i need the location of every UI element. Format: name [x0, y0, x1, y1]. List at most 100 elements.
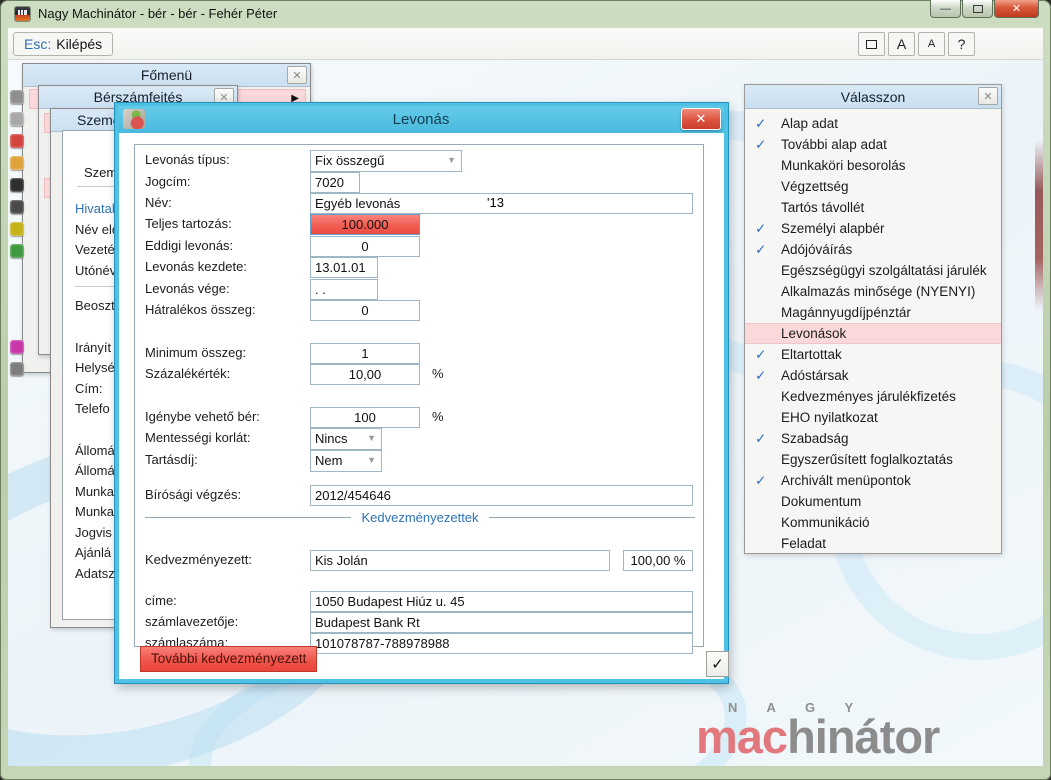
font-smaller-button[interactable]: A: [918, 32, 945, 56]
chevron-down-icon: ▼: [367, 433, 376, 443]
check-icon: ✓: [755, 368, 767, 383]
igenybe-veheto-ber-input[interactable]: 100: [310, 407, 420, 428]
side-icon-toolbar: [10, 90, 28, 376]
cime-input[interactable]: 1050 Budapest Hiúz u. 45: [310, 591, 693, 612]
dialog-title: Levonás: [392, 111, 450, 128]
check-icon: ✓: [711, 656, 724, 673]
percent-suffix: %: [432, 409, 444, 424]
close-icon[interactable]: ✕: [287, 66, 307, 84]
levonas-kezdete-input[interactable]: 13.01.01: [310, 257, 378, 278]
tool-icon[interactable]: [10, 244, 24, 258]
help-button[interactable]: ?: [948, 32, 975, 56]
dialog-icon: [123, 109, 145, 129]
section-title[interactable]: Kedvezményezettek: [145, 510, 695, 525]
field-label: Jogcím:: [145, 174, 191, 189]
field-label: Név:: [145, 195, 172, 210]
valasszon-titlebar: Válasszon ✕: [745, 85, 1001, 109]
field-label: Mentességi korlát:: [145, 430, 251, 445]
check-icon: ✓: [755, 137, 767, 152]
tool-icon[interactable]: [10, 200, 24, 214]
client-area: Főmenü ✕ ▶ Bérszámfejtés ✕ Szemé Személ: [8, 60, 1043, 766]
kedvezmenyezett-input[interactable]: Kis Jolán: [310, 550, 610, 571]
window-titlebar[interactable]: Nagy Machinátor - bér - bér - Fehér Péte…: [0, 0, 1051, 28]
levonas-tipus-select[interactable]: Fix összegű ▼: [310, 150, 462, 172]
confirm-button[interactable]: ✓: [706, 651, 729, 677]
field-label: Levonás vége:: [145, 281, 230, 296]
menu-item[interactable]: ✓ Szabadság: [745, 428, 1001, 449]
menu-item[interactable]: ✓ Alkalmazás minősége (NYENYI): [745, 281, 1001, 302]
close-icon[interactable]: ✕: [978, 87, 998, 105]
levonas-vege-input[interactable]: . .: [310, 279, 378, 300]
tool-icon[interactable]: [10, 90, 24, 104]
chevron-down-icon: ▼: [367, 455, 376, 465]
eddigi-levonas-input[interactable]: 0: [310, 236, 420, 257]
check-icon: ✓: [755, 347, 767, 362]
font-larger-button[interactable]: A: [888, 32, 915, 56]
menu-item[interactable]: ✓ Tartós távollét: [745, 197, 1001, 218]
check-icon: ✓: [755, 242, 767, 257]
dialog-close-button[interactable]: ✕: [681, 108, 721, 130]
minimum-osszeg-input[interactable]: 1: [310, 343, 420, 364]
menu-item[interactable]: ✓ EHO nyilatkozat: [745, 407, 1001, 428]
menu-item[interactable]: ✓ Kommunikáció: [745, 512, 1001, 533]
kedvezmenyezett-percent-input[interactable]: 100,00 %: [623, 550, 693, 571]
field-label: Százalékérték:: [145, 366, 231, 381]
minimize-button[interactable]: —: [930, 0, 961, 18]
field-label: címe:: [145, 593, 177, 608]
frame-icon: [866, 39, 877, 49]
exit-button[interactable]: Esc: Kilépés: [13, 32, 114, 56]
menu-item[interactable]: ✓ Egészségügyi szolgáltatási járulék: [745, 260, 1001, 281]
close-icon: ✕: [1011, 2, 1022, 15]
tool-icon[interactable]: [10, 362, 24, 376]
menu-item[interactable]: ✓ Egyszerűsített foglalkoztatás: [745, 449, 1001, 470]
maximize-icon: [972, 4, 983, 13]
menu-item[interactable]: ✓ Alap adat: [745, 113, 1001, 134]
menu-item[interactable]: ✓ Kedvezményes járulékfizetés: [745, 386, 1001, 407]
menu-item[interactable]: ✓ Munkaköri besorolás: [745, 155, 1001, 176]
maximize-button[interactable]: [962, 0, 993, 18]
window-title: Nagy Machinátor - bér - bér - Fehér Péte…: [38, 6, 278, 21]
mentessegi-korlat-select[interactable]: Nincs ▼: [310, 428, 382, 450]
check-icon: ✓: [755, 116, 767, 131]
menu-item-list: ✓ Alap adat ✓ További alap adat ✓ Munkak…: [745, 113, 1001, 554]
szamlavezetoje-input[interactable]: Budapest Bank Rt: [310, 612, 693, 633]
tool-icon[interactable]: [10, 222, 24, 236]
menu-item[interactable]: ✓ Dokumentum: [745, 491, 1001, 512]
field-label: Tartásdíj:: [145, 452, 198, 467]
nev-year-suffix: '13: [487, 195, 504, 210]
chevron-down-icon: ▼: [447, 155, 456, 165]
hatralekos-osszeg-input[interactable]: 0: [310, 300, 420, 321]
szamlaszama-input[interactable]: 101078787-788978988: [310, 633, 693, 654]
dialog-titlebar[interactable]: Levonás ✕: [118, 106, 724, 133]
menu-item[interactable]: ✓ Archivált menüpontok: [745, 470, 1001, 491]
tool-icon[interactable]: [10, 156, 24, 170]
menu-item[interactable]: ✓ Levonások: [745, 323, 1001, 344]
close-button[interactable]: ✕: [994, 0, 1039, 18]
menu-item[interactable]: ✓ Feladat: [745, 533, 1001, 554]
frame-toggle-button[interactable]: [858, 32, 885, 56]
menu-item[interactable]: ✓ Magánnyugdíjpénztár: [745, 302, 1001, 323]
tool-icon[interactable]: [10, 340, 24, 354]
field-label: Igénybe vehető bér:: [145, 409, 260, 424]
birosagi-vegzes-input[interactable]: 2012/454646: [310, 485, 693, 506]
tartasdij-select[interactable]: Nem ▼: [310, 450, 382, 472]
tool-icon[interactable]: [10, 112, 24, 126]
szazalekertek-input[interactable]: 10,00: [310, 364, 420, 385]
menu-item[interactable]: ✓ Személyi alapbér: [745, 218, 1001, 239]
tool-icon[interactable]: [10, 134, 24, 148]
tovabbi-kedvezmenyezett-button[interactable]: További kedvezményezett: [140, 646, 318, 672]
menu-item[interactable]: ✓ Eltartottak: [745, 344, 1001, 365]
field-label: Eddigi levonás:: [145, 238, 234, 253]
field-label: számlavezetője:: [145, 614, 239, 629]
jogcim-input[interactable]: 7020: [310, 172, 360, 193]
toolbar: Esc: Kilépés A A ?: [8, 28, 1043, 60]
menu-item[interactable]: ✓ További alap adat: [745, 134, 1001, 155]
menu-item[interactable]: ✓ Adójóváírás: [745, 239, 1001, 260]
menu-item[interactable]: ✓ Adóstársak: [745, 365, 1001, 386]
tool-icon[interactable]: [10, 178, 24, 192]
teljes-tartozas-input[interactable]: 100.000: [310, 214, 420, 235]
menu-item[interactable]: ✓ Végzettség: [745, 176, 1001, 197]
esc-key-hint: Esc:: [24, 36, 52, 52]
percent-suffix: %: [432, 366, 444, 381]
valasszon-menu: Válasszon ✕ ✓ Alap adat ✓ További alap a…: [744, 84, 1002, 554]
